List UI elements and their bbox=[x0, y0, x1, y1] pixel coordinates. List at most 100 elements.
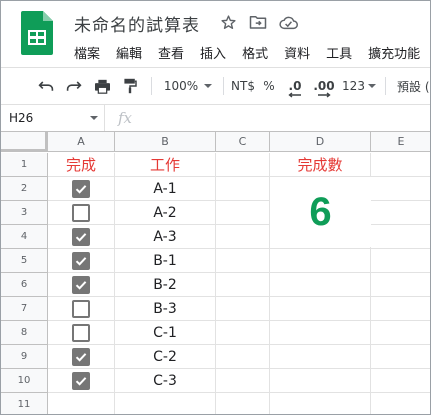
cell-e8[interactable] bbox=[371, 321, 430, 345]
cell-b6[interactable]: B-2 bbox=[115, 273, 216, 297]
row-header-6[interactable]: 6 bbox=[1, 273, 48, 297]
column-header-b[interactable]: B bbox=[115, 132, 216, 152]
cell-d11[interactable] bbox=[270, 393, 371, 414]
row-header-4[interactable]: 4 bbox=[1, 225, 48, 249]
cell-e4[interactable] bbox=[371, 225, 430, 249]
column-header-a[interactable]: A bbox=[48, 132, 115, 152]
more-formats-button[interactable]: 123 bbox=[341, 68, 377, 104]
completed-count-value[interactable]: 6 bbox=[270, 177, 371, 247]
increase-decimal-button[interactable]: .00 bbox=[312, 68, 336, 104]
menu-data[interactable]: 資料 bbox=[284, 43, 310, 62]
row-header-3[interactable]: 3 bbox=[1, 201, 48, 225]
cell-b11[interactable] bbox=[115, 393, 216, 414]
cell-c5[interactable] bbox=[216, 249, 270, 273]
row-header-11[interactable]: 11 bbox=[1, 393, 48, 414]
select-all-corner[interactable] bbox=[1, 132, 48, 152]
column-header-c[interactable]: C bbox=[216, 132, 270, 152]
cell-b1[interactable]: 工作 bbox=[115, 153, 216, 177]
cell-c8[interactable] bbox=[216, 321, 270, 345]
menu-tools[interactable]: 工具 bbox=[326, 43, 352, 62]
cell-a1[interactable]: 完成 bbox=[48, 153, 115, 177]
cell-b10[interactable]: C-3 bbox=[115, 369, 216, 393]
row-header-8[interactable]: 8 bbox=[1, 321, 48, 345]
cloud-status-icon[interactable] bbox=[278, 12, 298, 32]
row-header-5[interactable]: 5 bbox=[1, 249, 48, 273]
name-box[interactable]: H26 bbox=[1, 105, 105, 131]
cell-a2[interactable] bbox=[48, 177, 115, 201]
cell-a6[interactable] bbox=[48, 273, 115, 297]
redo-icon[interactable] bbox=[63, 68, 85, 104]
cell-a10[interactable] bbox=[48, 369, 115, 393]
row-header-1[interactable]: 1 bbox=[1, 153, 48, 177]
cell-a5[interactable] bbox=[48, 249, 115, 273]
cell-d8[interactable] bbox=[270, 321, 371, 345]
checkbox-checked[interactable] bbox=[72, 275, 90, 294]
percent-format-button[interactable]: % bbox=[261, 68, 277, 104]
checkbox-unchecked[interactable] bbox=[72, 323, 90, 342]
checkbox-checked[interactable] bbox=[72, 251, 90, 270]
cell-c6[interactable] bbox=[216, 273, 270, 297]
row-header-2[interactable]: 2 bbox=[1, 177, 48, 201]
star-icon[interactable] bbox=[218, 12, 238, 32]
cell-a3[interactable] bbox=[48, 201, 115, 225]
checkbox-unchecked[interactable] bbox=[72, 299, 90, 318]
cell-a11[interactable] bbox=[48, 393, 115, 414]
cell-c3[interactable] bbox=[216, 201, 270, 225]
sheets-logo-icon[interactable] bbox=[21, 11, 53, 55]
cell-e6[interactable] bbox=[371, 273, 430, 297]
move-to-folder-icon[interactable] bbox=[248, 12, 268, 32]
cell-a8[interactable] bbox=[48, 321, 115, 345]
menu-extensions[interactable]: 擴充功能 bbox=[368, 43, 420, 62]
zoom-select[interactable]: 100% bbox=[159, 68, 217, 104]
cell-e2[interactable] bbox=[371, 177, 430, 201]
menu-view[interactable]: 查看 bbox=[158, 43, 184, 62]
checkbox-checked[interactable] bbox=[72, 227, 90, 246]
currency-format-button[interactable]: NT$ bbox=[229, 68, 257, 104]
cell-e5[interactable] bbox=[371, 249, 430, 273]
print-icon[interactable] bbox=[91, 68, 113, 104]
menu-insert[interactable]: 插入 bbox=[200, 43, 226, 62]
cell-c11[interactable] bbox=[216, 393, 270, 414]
cell-d5[interactable] bbox=[270, 249, 371, 273]
cell-b7[interactable]: B-3 bbox=[115, 297, 216, 321]
menu-format[interactable]: 格式 bbox=[242, 43, 268, 62]
cell-b2[interactable]: A-1 bbox=[115, 177, 216, 201]
document-title[interactable]: 未命名的試算表 bbox=[74, 11, 200, 36]
row-header-7[interactable]: 7 bbox=[1, 297, 48, 321]
cell-c10[interactable] bbox=[216, 369, 270, 393]
cell-b5[interactable]: B-1 bbox=[115, 249, 216, 273]
cell-d6[interactable] bbox=[270, 273, 371, 297]
cell-b9[interactable]: C-2 bbox=[115, 345, 216, 369]
cell-a9[interactable] bbox=[48, 345, 115, 369]
menu-edit[interactable]: 編輯 bbox=[116, 43, 142, 62]
cell-e3[interactable] bbox=[371, 201, 430, 225]
cell-d9[interactable] bbox=[270, 345, 371, 369]
font-family-select[interactable]: 預設 ( bbox=[397, 68, 430, 104]
cell-e11[interactable] bbox=[371, 393, 430, 414]
cell-b4[interactable]: A-3 bbox=[115, 225, 216, 249]
cell-e1[interactable] bbox=[371, 153, 430, 177]
cell-e7[interactable] bbox=[371, 297, 430, 321]
cell-c2[interactable] bbox=[216, 177, 270, 201]
menu-file[interactable]: 檔案 bbox=[74, 43, 100, 62]
row-header-9[interactable]: 9 bbox=[1, 345, 48, 369]
undo-icon[interactable] bbox=[35, 68, 57, 104]
cell-d10[interactable] bbox=[270, 369, 371, 393]
row-header-10[interactable]: 10 bbox=[1, 369, 48, 393]
cell-d7[interactable] bbox=[270, 297, 371, 321]
checkbox-checked[interactable] bbox=[72, 179, 90, 198]
cell-c4[interactable] bbox=[216, 225, 270, 249]
cell-d1[interactable]: 完成數 bbox=[270, 153, 371, 177]
cell-e9[interactable] bbox=[371, 345, 430, 369]
cell-b3[interactable]: A-2 bbox=[115, 201, 216, 225]
cell-c7[interactable] bbox=[216, 297, 270, 321]
cell-b8[interactable]: C-1 bbox=[115, 321, 216, 345]
decrease-decimal-button[interactable]: .0 bbox=[284, 68, 306, 104]
cell-e10[interactable] bbox=[371, 369, 430, 393]
cell-a4[interactable] bbox=[48, 225, 115, 249]
checkbox-checked[interactable] bbox=[72, 371, 90, 390]
paint-format-icon[interactable] bbox=[119, 68, 141, 104]
column-header-d[interactable]: D bbox=[270, 132, 371, 152]
cell-c9[interactable] bbox=[216, 345, 270, 369]
column-header-e[interactable]: E bbox=[371, 132, 430, 152]
